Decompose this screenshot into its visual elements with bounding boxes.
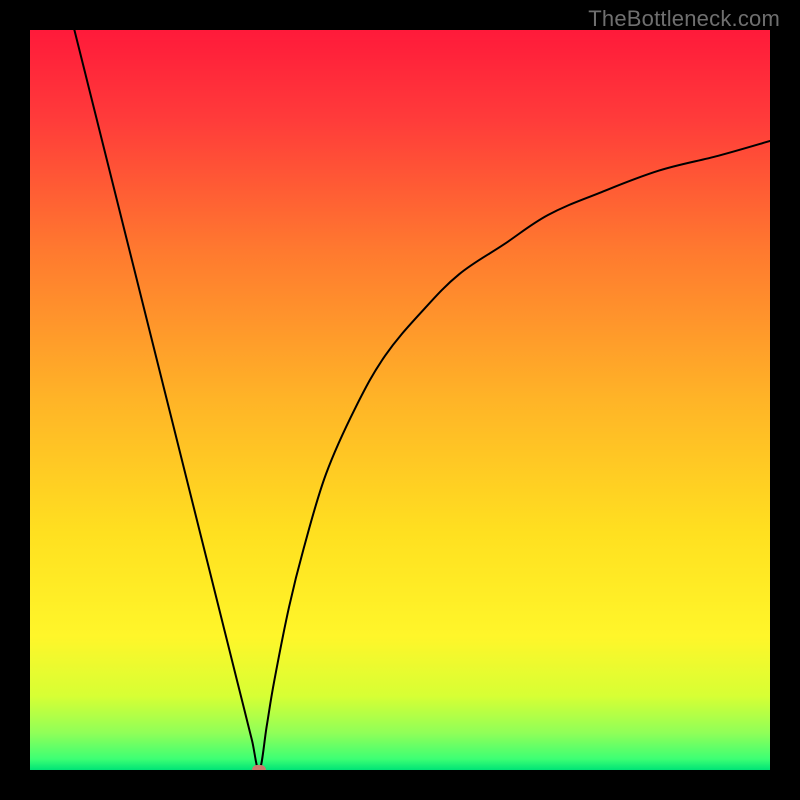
chart-frame: TheBottleneck.com: [0, 0, 800, 800]
minimum-marker: [252, 765, 266, 770]
watermark-text: TheBottleneck.com: [588, 6, 780, 32]
bottleneck-curve: [30, 30, 770, 770]
plot-area: [30, 30, 770, 770]
